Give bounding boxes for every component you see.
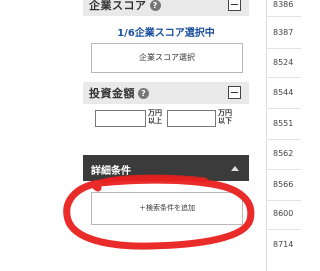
- detail-conditions-header[interactable]: 詳細条件: [83, 155, 249, 181]
- row-divider: [267, 169, 301, 170]
- min-unit-label: 万円 以上: [148, 109, 162, 125]
- investment-amount-title: 投資金額: [89, 87, 135, 100]
- code-column: 8386 8387 8524 8544 8551 8562 8566 8600 …: [266, 0, 301, 271]
- row-divider: [267, 139, 301, 140]
- row-divider: [267, 200, 301, 201]
- detail-conditions-title: 詳細条件: [91, 166, 131, 177]
- code-cell: 8566: [273, 180, 294, 189]
- code-cell: 8562: [273, 149, 294, 158]
- code-cell: 8386: [273, 0, 294, 9]
- selected-score-count: 1/6企業スコア選択中: [117, 28, 215, 39]
- code-cell: 8524: [273, 58, 294, 67]
- investment-amount-header: 投資金額 ?: [83, 82, 249, 104]
- chevron-up-icon[interactable]: [231, 166, 239, 171]
- collapse-icon[interactable]: [228, 0, 241, 11]
- help-icon[interactable]: ?: [138, 87, 149, 99]
- row-divider: [267, 108, 301, 109]
- code-cell: 8387: [273, 28, 294, 37]
- filter-panel: 企業スコア ? 1/6企業スコア選択中 企業スコア選択 投資金額 ? 万円 以上…: [83, 0, 249, 271]
- help-icon[interactable]: ?: [149, 0, 161, 11]
- max-unit-label: 万円 以下: [218, 109, 232, 125]
- investment-max-input[interactable]: [167, 110, 216, 127]
- add-search-condition-button[interactable]: ＋検索条件を追加: [91, 192, 243, 225]
- left-gutter: [0, 0, 78, 271]
- row-divider: [267, 48, 301, 49]
- code-cell: 8714: [273, 240, 294, 249]
- investment-min-input[interactable]: [95, 110, 146, 127]
- code-cell: 8551: [273, 119, 294, 128]
- row-divider: [267, 77, 301, 78]
- company-score-header: 企業スコア ?: [83, 0, 249, 16]
- row-divider: [267, 229, 301, 230]
- company-score-select-button[interactable]: 企業スコア選択: [91, 43, 243, 73]
- company-score-title: 企業スコア: [89, 0, 147, 12]
- collapse-icon[interactable]: [228, 86, 241, 99]
- code-cell: 8544: [273, 88, 294, 97]
- row-divider: [267, 16, 301, 17]
- code-cell: 8600: [273, 209, 294, 218]
